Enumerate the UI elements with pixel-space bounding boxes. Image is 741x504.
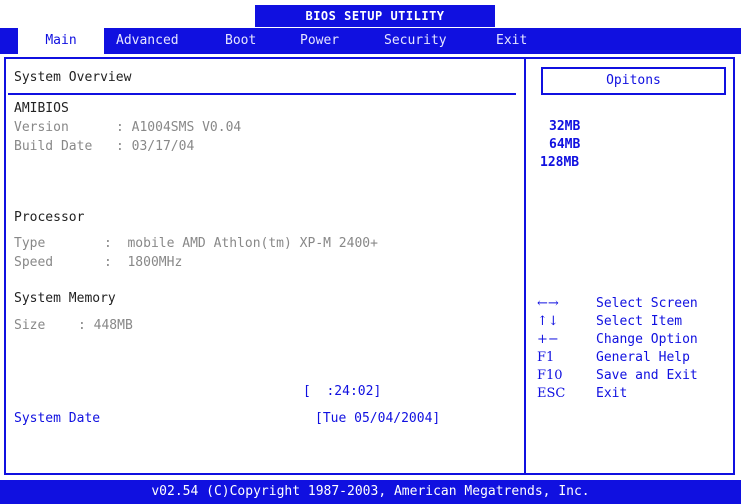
processor-speed-value: : 1800MHz	[104, 255, 183, 270]
share-memory-label[interactable]: Share Memory Size	[14, 337, 147, 352]
memory-size-value: : 448MB	[78, 318, 133, 333]
processor-type-value: : mobile AMD Athlon(tm) XP-M 2400+	[104, 236, 378, 251]
time-bracket: [	[303, 384, 311, 399]
plus-minus-icon: +−	[537, 332, 559, 347]
processor-speed-label: Speed	[14, 255, 54, 270]
version-label: Version	[14, 120, 69, 135]
key-f10: F10	[537, 368, 563, 383]
copyright-footer: v02.54 (C)Copyright 1987-2003, American …	[0, 480, 741, 504]
amibios-heading: AMIBIOS	[14, 101, 69, 116]
time-rest: :24:02]	[326, 384, 382, 399]
option-64mb[interactable]: 64MB	[549, 137, 580, 152]
system-time-label[interactable]: System Time	[14, 384, 100, 399]
tab-exit[interactable]: Exit	[496, 28, 527, 54]
build-date-value: : 03/17/04	[116, 139, 195, 154]
help-select-screen: Select Screen	[596, 296, 698, 311]
processor-type-label: Type	[14, 236, 46, 251]
help-change-option: Change Option	[596, 332, 698, 347]
help-select-item: Select Item	[596, 314, 683, 329]
arrows-lr-icon: ←→	[537, 296, 559, 311]
key-f1: F1	[537, 350, 555, 365]
system-time-value[interactable]: [12:24:02]	[303, 384, 381, 399]
panel-divider	[524, 57, 526, 475]
processor-heading: Processor	[14, 210, 85, 225]
tab-main[interactable]: Main	[18, 28, 104, 54]
build-date-label: Build Date	[14, 139, 93, 154]
time-hour-field[interactable]: 12	[311, 384, 327, 399]
app-title: BIOS SETUP UTILITY	[255, 5, 495, 27]
system-date-label[interactable]: System Date	[14, 411, 100, 426]
options-heading: Opitons	[541, 67, 726, 95]
share-memory-value[interactable]: [ 64MB]	[315, 337, 370, 352]
tab-security[interactable]: Security	[384, 28, 447, 54]
system-date-value[interactable]: [Tue 05/04/2004]	[315, 411, 440, 426]
section-heading-overview: System Overview	[14, 70, 132, 85]
help-general-help: General Help	[596, 350, 690, 365]
option-32mb[interactable]: 32MB	[549, 119, 580, 134]
help-save-exit: Save and Exit	[596, 368, 698, 383]
memory-heading: System Memory	[14, 291, 116, 306]
help-exit: Exit	[596, 386, 628, 401]
tab-power[interactable]: Power	[300, 28, 339, 54]
option-128mb[interactable]: 128MB	[540, 155, 579, 170]
tab-advanced[interactable]: Advanced	[116, 28, 179, 54]
key-esc: ESC	[537, 386, 566, 401]
heading-rule	[8, 93, 516, 95]
menu-bar: Main Advanced Boot Power Security Exit	[0, 28, 741, 54]
memory-size-label: Size	[14, 318, 46, 333]
version-value: : A1004SMS V0.04	[116, 120, 242, 135]
arrows-ud-icon: ↑↓	[537, 314, 559, 329]
tab-boot[interactable]: Boot	[225, 28, 256, 54]
